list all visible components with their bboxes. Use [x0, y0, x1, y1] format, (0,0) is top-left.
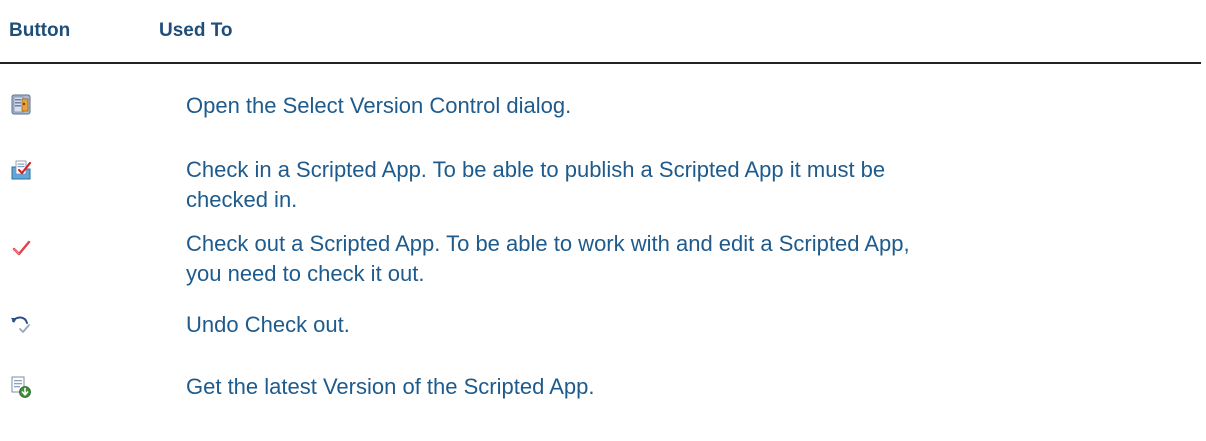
undo-check-out-icon[interactable] — [9, 313, 33, 337]
row-description: Check in a Scripted App. To be able to p… — [186, 157, 886, 212]
version-control-icon[interactable] — [9, 92, 33, 116]
table-row: Open the Select Version Control dialog. — [0, 84, 1206, 124]
header-divider — [0, 62, 1201, 64]
table-row: Undo Check out. — [0, 305, 1206, 345]
row-description: Check out a Scripted App. To be able to … — [186, 231, 910, 286]
row-description: Get the latest Version of the Scripted A… — [186, 374, 595, 399]
table-row: Check out a Scripted App. To be able to … — [0, 222, 1206, 292]
table-header: Button Used To — [0, 20, 1206, 44]
check-in-icon[interactable] — [9, 158, 33, 182]
table-row: Get the latest Version of the Scripted A… — [0, 364, 1206, 404]
header-button: Button — [9, 20, 71, 41]
get-latest-version-icon[interactable] — [9, 375, 33, 399]
header-used-to: Used To — [159, 20, 233, 41]
row-description: Open the Select Version Control dialog. — [186, 93, 572, 118]
check-out-icon[interactable] — [9, 236, 33, 260]
row-description: Undo Check out. — [186, 312, 350, 337]
table-row: Check in a Scripted App. To be able to p… — [0, 148, 1206, 218]
